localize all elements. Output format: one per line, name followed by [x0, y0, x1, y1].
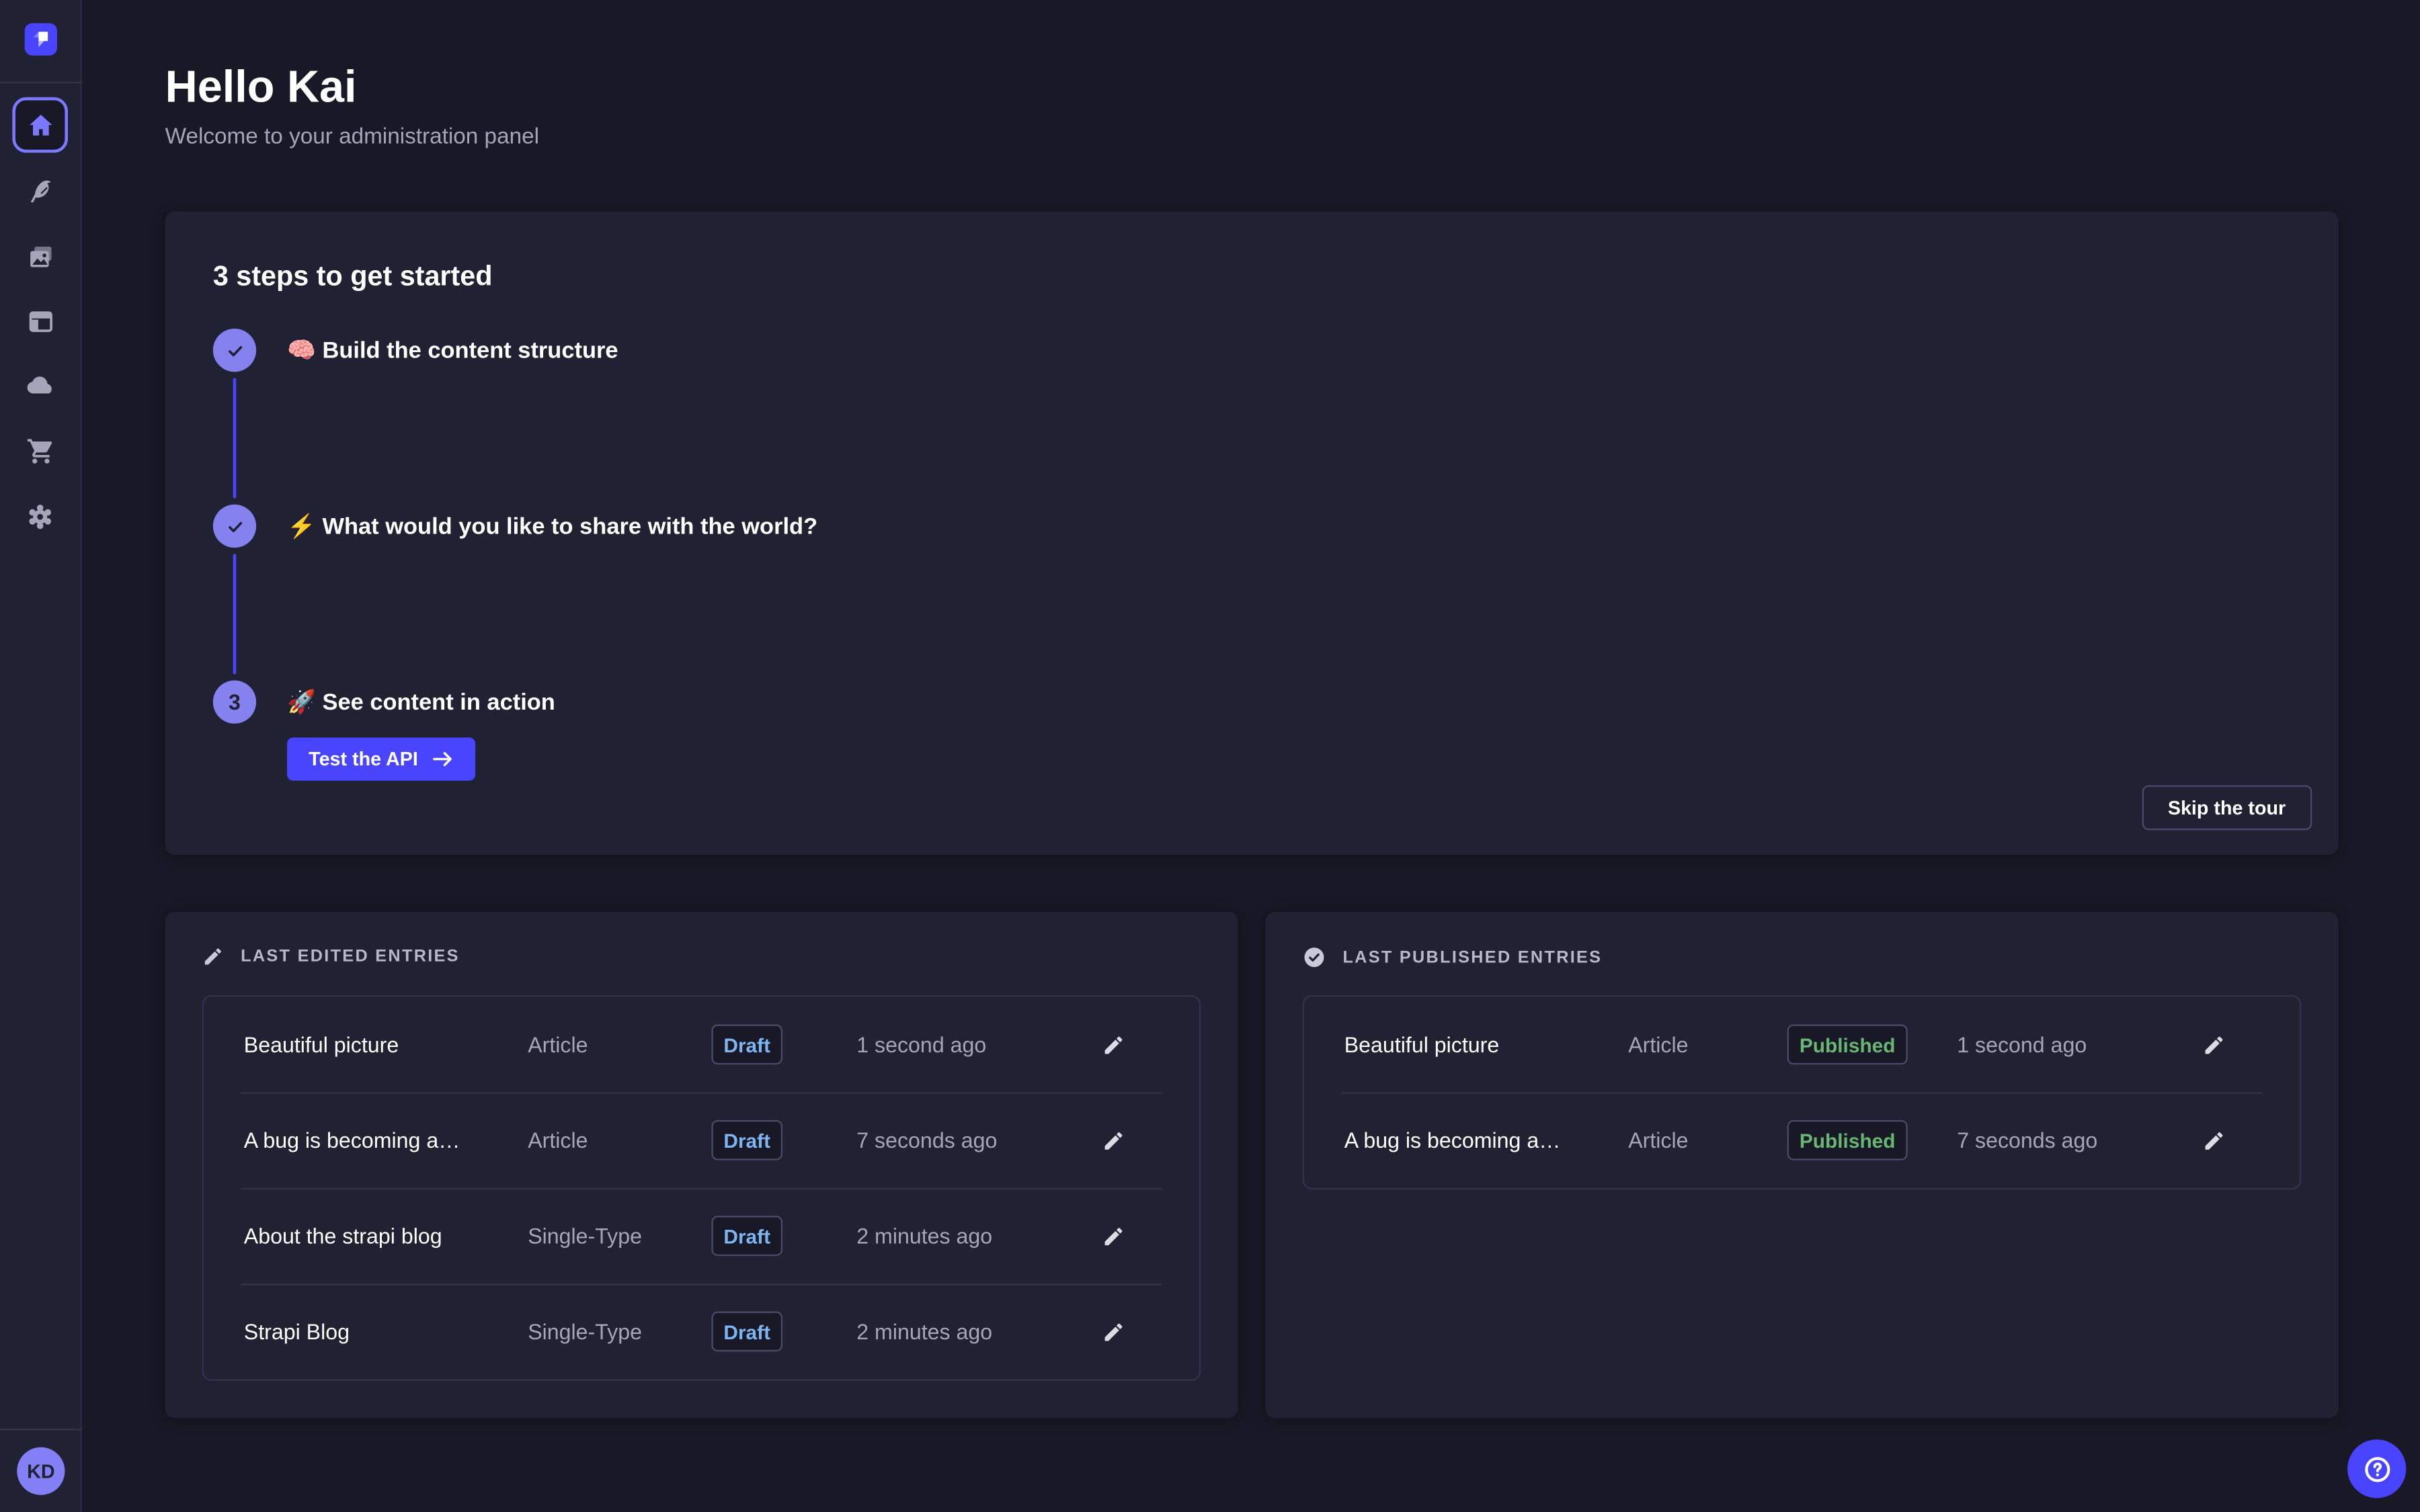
status-badge: Draft	[711, 1120, 782, 1161]
entry-title: Beautiful picture	[244, 1032, 528, 1057]
last-edited-header: LAST EDITED ENTRIES	[202, 946, 460, 967]
step-2-label: ⚡ What would you like to share with the …	[287, 512, 817, 540]
pencil-icon	[1102, 1033, 1125, 1056]
sidebar-item-content-manager[interactable]	[12, 163, 68, 219]
table-row: Beautiful picture Article Published 1 se…	[1304, 997, 2300, 1092]
avatar[interactable]: KD	[17, 1447, 65, 1495]
edit-entry-button[interactable]	[1096, 1218, 1131, 1254]
status-badge: Draft	[711, 1312, 782, 1352]
status-badge: Published	[1787, 1024, 1908, 1064]
pencil-icon	[1102, 1320, 1125, 1343]
entry-kind: Single-Type	[528, 1224, 662, 1249]
entry-time: 2 minutes ago	[856, 1224, 1068, 1249]
sidebar-item-settings[interactable]	[12, 489, 68, 545]
cloud-icon	[25, 370, 56, 401]
media-library-icon	[26, 241, 55, 271]
strapi-bolt-icon	[25, 23, 57, 55]
sidebar: KD	[0, 0, 82, 1512]
table-row: A bug is becoming a… Article Published 7…	[1304, 1093, 2300, 1188]
arrow-right-icon	[432, 750, 453, 769]
entry-kind: Article	[1628, 1128, 1763, 1152]
entry-kind: Article	[528, 1128, 662, 1152]
entry-title: A bug is becoming a…	[244, 1128, 528, 1152]
check-circle-icon	[1303, 946, 1326, 968]
entry-kind: Article	[528, 1032, 662, 1057]
last-published-header: LAST PUBLISHED ENTRIES	[1303, 946, 1603, 968]
pencil-icon	[2202, 1128, 2225, 1151]
entry-title: Strapi Blog	[244, 1319, 528, 1344]
home-icon	[26, 110, 55, 140]
entry-kind: Single-Type	[528, 1319, 662, 1344]
last-edited-title: LAST EDITED ENTRIES	[241, 948, 460, 966]
table-row: About the strapi blog Single-Type Draft …	[204, 1188, 1199, 1284]
sidebar-item-home[interactable]	[12, 97, 68, 153]
last-published-title: LAST PUBLISHED ENTRIES	[1342, 948, 1602, 967]
pencil-icon	[202, 946, 224, 967]
edit-entry-button[interactable]	[1096, 1122, 1131, 1158]
status-badge: Draft	[711, 1024, 782, 1064]
entry-title: A bug is becoming a…	[1344, 1128, 1628, 1152]
layout-icon	[26, 306, 55, 336]
status-badge: Draft	[711, 1216, 782, 1256]
entry-time: 2 minutes ago	[856, 1319, 1068, 1344]
entry-kind: Article	[1628, 1032, 1763, 1057]
question-mark-icon	[2361, 1453, 2393, 1485]
edit-entry-button[interactable]	[1096, 1314, 1131, 1349]
onboarding-title: 3 steps to get started	[213, 261, 493, 293]
entry-title: Beautiful picture	[1344, 1032, 1628, 1057]
test-api-button[interactable]: Test the API	[287, 737, 475, 780]
last-edited-table: Beautiful picture Article Draft 1 second…	[202, 995, 1201, 1381]
help-button[interactable]	[2347, 1439, 2406, 1498]
strapi-logo	[25, 23, 57, 55]
skip-tour-button[interactable]: Skip the tour	[2142, 786, 2312, 831]
status-badge: Published	[1787, 1120, 1908, 1161]
avatar-initials: KD	[27, 1460, 54, 1482]
sidebar-item-marketplace[interactable]	[12, 423, 68, 478]
entry-time: 7 seconds ago	[856, 1128, 1068, 1152]
sidebar-item-media-library[interactable]	[12, 228, 68, 284]
sidebar-divider	[0, 82, 82, 83]
last-edited-card: LAST EDITED ENTRIES Beautiful picture Ar…	[165, 912, 1238, 1418]
cart-icon	[26, 436, 55, 466]
gear-icon	[25, 501, 56, 532]
last-published-table: Beautiful picture Article Published 1 se…	[1303, 995, 2301, 1189]
entry-time: 1 second ago	[856, 1032, 1068, 1057]
table-row: Beautiful picture Article Draft 1 second…	[204, 997, 1199, 1092]
table-row: Strapi Blog Single-Type Draft 2 minutes …	[204, 1284, 1199, 1379]
entry-time: 7 seconds ago	[1957, 1128, 2169, 1152]
step-3-number-circle: 3	[213, 680, 256, 723]
onboarding-card: 3 steps to get started 🧠 Build the conte…	[165, 212, 2339, 855]
step-3-label: 🚀 See content in action	[287, 688, 555, 716]
pencil-icon	[1102, 1128, 1125, 1151]
step-connector	[233, 378, 237, 498]
edit-entry-button[interactable]	[1096, 1027, 1131, 1062]
page-subtitle: Welcome to your administration panel	[165, 125, 539, 150]
check-icon	[223, 339, 246, 362]
app-root: KD Hello Kai Welcome to your administrat…	[0, 0, 2420, 1512]
sidebar-divider	[0, 1429, 82, 1430]
feather-icon	[26, 177, 55, 206]
edit-entry-button[interactable]	[2196, 1027, 2232, 1062]
step-connector	[233, 554, 237, 674]
entry-time: 1 second ago	[1957, 1032, 2169, 1057]
sidebar-item-cloud[interactable]	[12, 358, 68, 414]
step-1-check-circle	[213, 329, 256, 372]
sidebar-item-content-type-builder[interactable]	[12, 293, 68, 349]
last-published-card: LAST PUBLISHED ENTRIES Beautiful picture…	[1266, 912, 2339, 1418]
step-3-number: 3	[229, 689, 241, 714]
page-title: Hello Kai	[165, 63, 357, 114]
check-icon	[223, 515, 246, 538]
step-2-check-circle	[213, 505, 256, 548]
entry-title: About the strapi blog	[244, 1224, 528, 1249]
step-1-label: 🧠 Build the content structure	[287, 337, 618, 364]
edit-entry-button[interactable]	[2196, 1122, 2232, 1158]
test-api-label: Test the API	[309, 749, 418, 770]
table-row: A bug is becoming a… Article Draft 7 sec…	[204, 1093, 1199, 1188]
pencil-icon	[2202, 1033, 2225, 1056]
pencil-icon	[1102, 1224, 1125, 1247]
